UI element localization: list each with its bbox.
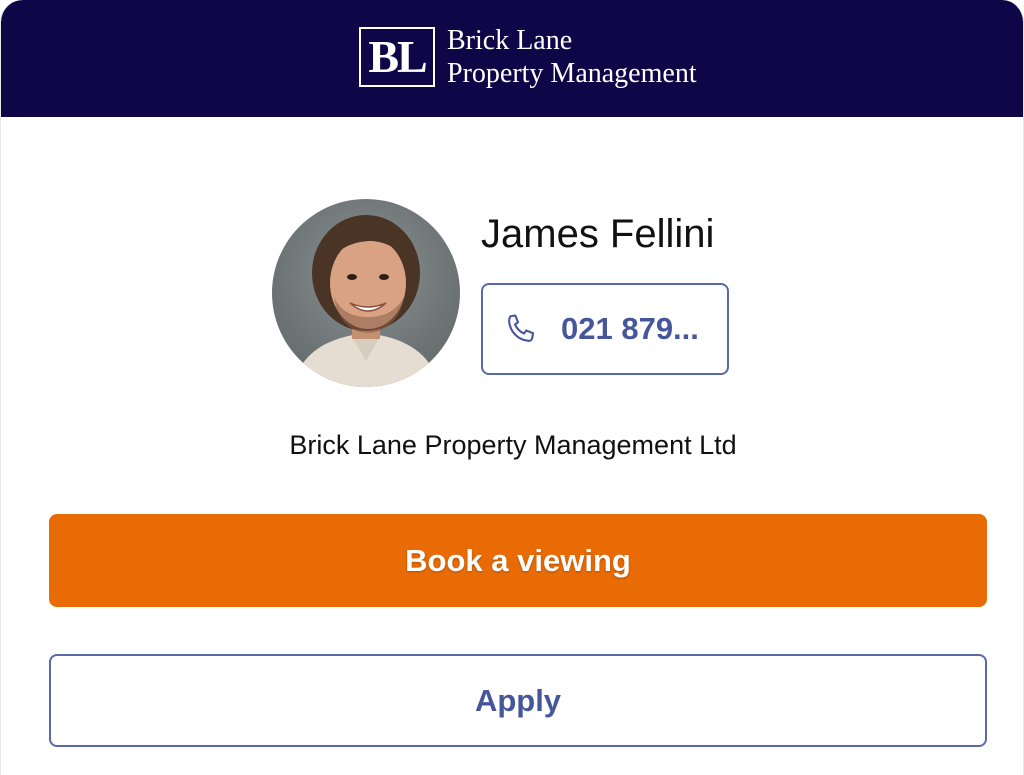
logo-wordmark: Brick Lane Property Management — [447, 24, 697, 90]
company-name: Brick Lane Property Management Ltd — [289, 430, 737, 460]
phone-icon — [503, 311, 539, 347]
phone-number: 021 879... — [561, 311, 699, 346]
brand-name-line1: Brick Lane — [447, 25, 573, 56]
brand-logo: BL Brick Lane Property Management — [359, 24, 697, 90]
call-agent-button[interactable]: 021 879... — [481, 283, 729, 375]
apply-button[interactable]: Apply — [49, 654, 987, 747]
agent-portrait-icon — [292, 215, 440, 387]
book-viewing-button[interactable]: Book a viewing — [49, 514, 987, 607]
agent-avatar — [272, 199, 460, 387]
brand-name-line2: Property Management — [447, 58, 697, 89]
agent-name: James Fellini — [481, 212, 715, 256]
brand-header: BL Brick Lane Property Management — [1, 0, 1023, 117]
logo-monogram: BL — [359, 27, 435, 87]
agent-contact-card: BL Brick Lane Property Management James … — [0, 0, 1024, 775]
